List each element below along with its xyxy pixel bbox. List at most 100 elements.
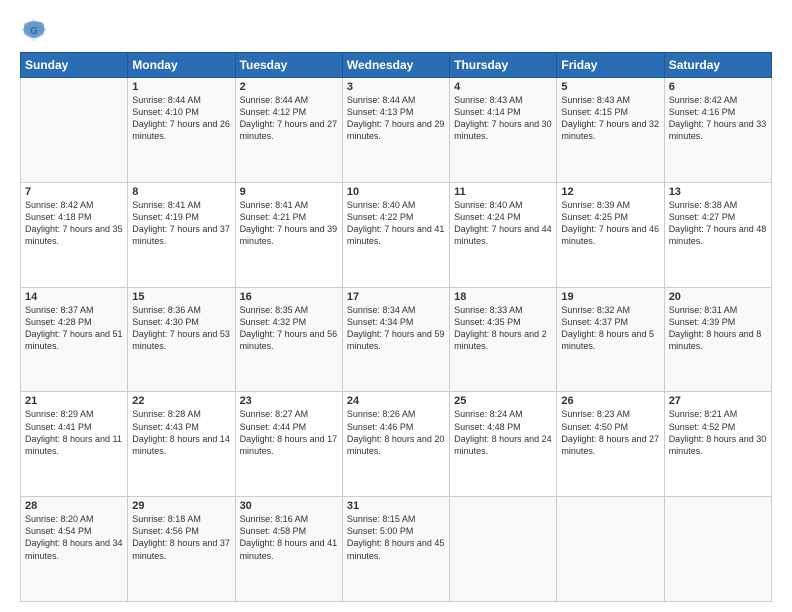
day-info: Sunrise: 8:15 AMSunset: 5:00 PMDaylight:… xyxy=(347,513,445,562)
day-number: 17 xyxy=(347,291,445,303)
day-info: Sunrise: 8:37 AMSunset: 4:28 PMDaylight:… xyxy=(25,304,123,353)
weekday-header-sunday: Sunday xyxy=(21,53,128,78)
day-cell: 21Sunrise: 8:29 AMSunset: 4:41 PMDayligh… xyxy=(21,392,128,497)
day-number: 29 xyxy=(132,500,230,512)
day-cell: 10Sunrise: 8:40 AMSunset: 4:22 PMDayligh… xyxy=(342,182,449,287)
weekday-header-thursday: Thursday xyxy=(450,53,557,78)
day-cell: 13Sunrise: 8:38 AMSunset: 4:27 PMDayligh… xyxy=(664,182,771,287)
day-cell: 24Sunrise: 8:26 AMSunset: 4:46 PMDayligh… xyxy=(342,392,449,497)
day-number: 28 xyxy=(25,500,123,512)
week-row-2: 7Sunrise: 8:42 AMSunset: 4:18 PMDaylight… xyxy=(21,182,772,287)
day-cell: 3Sunrise: 8:44 AMSunset: 4:13 PMDaylight… xyxy=(342,78,449,183)
day-number: 27 xyxy=(669,395,767,407)
weekday-header-monday: Monday xyxy=(128,53,235,78)
day-cell xyxy=(21,78,128,183)
day-info: Sunrise: 8:29 AMSunset: 4:41 PMDaylight:… xyxy=(25,408,123,457)
logo-icon: G xyxy=(20,16,48,44)
day-cell: 29Sunrise: 8:18 AMSunset: 4:56 PMDayligh… xyxy=(128,497,235,602)
week-row-1: 1Sunrise: 8:44 AMSunset: 4:10 PMDaylight… xyxy=(21,78,772,183)
day-info: Sunrise: 8:24 AMSunset: 4:48 PMDaylight:… xyxy=(454,408,552,457)
day-number: 6 xyxy=(669,81,767,93)
day-number: 19 xyxy=(561,291,659,303)
day-info: Sunrise: 8:23 AMSunset: 4:50 PMDaylight:… xyxy=(561,408,659,457)
day-cell: 30Sunrise: 8:16 AMSunset: 4:58 PMDayligh… xyxy=(235,497,342,602)
day-cell: 1Sunrise: 8:44 AMSunset: 4:10 PMDaylight… xyxy=(128,78,235,183)
day-info: Sunrise: 8:32 AMSunset: 4:37 PMDaylight:… xyxy=(561,304,659,353)
day-number: 31 xyxy=(347,500,445,512)
day-number: 12 xyxy=(561,186,659,198)
day-info: Sunrise: 8:43 AMSunset: 4:15 PMDaylight:… xyxy=(561,94,659,143)
day-cell: 14Sunrise: 8:37 AMSunset: 4:28 PMDayligh… xyxy=(21,287,128,392)
day-number: 30 xyxy=(240,500,338,512)
day-info: Sunrise: 8:42 AMSunset: 4:16 PMDaylight:… xyxy=(669,94,767,143)
day-number: 26 xyxy=(561,395,659,407)
day-info: Sunrise: 8:36 AMSunset: 4:30 PMDaylight:… xyxy=(132,304,230,353)
day-info: Sunrise: 8:41 AMSunset: 4:21 PMDaylight:… xyxy=(240,199,338,248)
week-row-3: 14Sunrise: 8:37 AMSunset: 4:28 PMDayligh… xyxy=(21,287,772,392)
day-number: 3 xyxy=(347,81,445,93)
week-row-4: 21Sunrise: 8:29 AMSunset: 4:41 PMDayligh… xyxy=(21,392,772,497)
day-number: 18 xyxy=(454,291,552,303)
day-cell: 7Sunrise: 8:42 AMSunset: 4:18 PMDaylight… xyxy=(21,182,128,287)
day-info: Sunrise: 8:27 AMSunset: 4:44 PMDaylight:… xyxy=(240,408,338,457)
day-cell xyxy=(450,497,557,602)
day-info: Sunrise: 8:43 AMSunset: 4:14 PMDaylight:… xyxy=(454,94,552,143)
day-cell: 5Sunrise: 8:43 AMSunset: 4:15 PMDaylight… xyxy=(557,78,664,183)
day-cell: 2Sunrise: 8:44 AMSunset: 4:12 PMDaylight… xyxy=(235,78,342,183)
day-number: 7 xyxy=(25,186,123,198)
day-number: 21 xyxy=(25,395,123,407)
header: G xyxy=(20,16,772,44)
day-info: Sunrise: 8:40 AMSunset: 4:24 PMDaylight:… xyxy=(454,199,552,248)
day-number: 15 xyxy=(132,291,230,303)
day-cell: 6Sunrise: 8:42 AMSunset: 4:16 PMDaylight… xyxy=(664,78,771,183)
day-number: 24 xyxy=(347,395,445,407)
day-cell xyxy=(664,497,771,602)
page: G SundayMondayTuesdayWednesdayThursdayFr… xyxy=(0,0,792,612)
day-info: Sunrise: 8:20 AMSunset: 4:54 PMDaylight:… xyxy=(25,513,123,562)
day-cell: 18Sunrise: 8:33 AMSunset: 4:35 PMDayligh… xyxy=(450,287,557,392)
day-info: Sunrise: 8:21 AMSunset: 4:52 PMDaylight:… xyxy=(669,408,767,457)
week-row-5: 28Sunrise: 8:20 AMSunset: 4:54 PMDayligh… xyxy=(21,497,772,602)
day-info: Sunrise: 8:33 AMSunset: 4:35 PMDaylight:… xyxy=(454,304,552,353)
day-info: Sunrise: 8:38 AMSunset: 4:27 PMDaylight:… xyxy=(669,199,767,248)
day-info: Sunrise: 8:44 AMSunset: 4:12 PMDaylight:… xyxy=(240,94,338,143)
day-cell: 25Sunrise: 8:24 AMSunset: 4:48 PMDayligh… xyxy=(450,392,557,497)
svg-text:G: G xyxy=(30,26,38,37)
day-cell: 22Sunrise: 8:28 AMSunset: 4:43 PMDayligh… xyxy=(128,392,235,497)
day-cell: 31Sunrise: 8:15 AMSunset: 5:00 PMDayligh… xyxy=(342,497,449,602)
day-number: 2 xyxy=(240,81,338,93)
day-info: Sunrise: 8:35 AMSunset: 4:32 PMDaylight:… xyxy=(240,304,338,353)
day-cell: 27Sunrise: 8:21 AMSunset: 4:52 PMDayligh… xyxy=(664,392,771,497)
day-cell: 9Sunrise: 8:41 AMSunset: 4:21 PMDaylight… xyxy=(235,182,342,287)
day-cell: 23Sunrise: 8:27 AMSunset: 4:44 PMDayligh… xyxy=(235,392,342,497)
weekday-header-friday: Friday xyxy=(557,53,664,78)
day-cell: 12Sunrise: 8:39 AMSunset: 4:25 PMDayligh… xyxy=(557,182,664,287)
day-number: 5 xyxy=(561,81,659,93)
day-info: Sunrise: 8:18 AMSunset: 4:56 PMDaylight:… xyxy=(132,513,230,562)
day-number: 4 xyxy=(454,81,552,93)
day-number: 13 xyxy=(669,186,767,198)
day-cell: 4Sunrise: 8:43 AMSunset: 4:14 PMDaylight… xyxy=(450,78,557,183)
day-number: 16 xyxy=(240,291,338,303)
day-cell: 16Sunrise: 8:35 AMSunset: 4:32 PMDayligh… xyxy=(235,287,342,392)
day-number: 14 xyxy=(25,291,123,303)
day-number: 11 xyxy=(454,186,552,198)
day-info: Sunrise: 8:34 AMSunset: 4:34 PMDaylight:… xyxy=(347,304,445,353)
day-cell: 17Sunrise: 8:34 AMSunset: 4:34 PMDayligh… xyxy=(342,287,449,392)
day-info: Sunrise: 8:39 AMSunset: 4:25 PMDaylight:… xyxy=(561,199,659,248)
day-number: 25 xyxy=(454,395,552,407)
day-cell: 11Sunrise: 8:40 AMSunset: 4:24 PMDayligh… xyxy=(450,182,557,287)
day-number: 8 xyxy=(132,186,230,198)
day-number: 9 xyxy=(240,186,338,198)
day-cell: 19Sunrise: 8:32 AMSunset: 4:37 PMDayligh… xyxy=(557,287,664,392)
logo: G xyxy=(20,16,50,44)
day-number: 23 xyxy=(240,395,338,407)
day-info: Sunrise: 8:42 AMSunset: 4:18 PMDaylight:… xyxy=(25,199,123,248)
day-cell: 28Sunrise: 8:20 AMSunset: 4:54 PMDayligh… xyxy=(21,497,128,602)
weekday-header-saturday: Saturday xyxy=(664,53,771,78)
day-number: 10 xyxy=(347,186,445,198)
day-cell: 8Sunrise: 8:41 AMSunset: 4:19 PMDaylight… xyxy=(128,182,235,287)
day-number: 22 xyxy=(132,395,230,407)
day-info: Sunrise: 8:41 AMSunset: 4:19 PMDaylight:… xyxy=(132,199,230,248)
day-info: Sunrise: 8:44 AMSunset: 4:10 PMDaylight:… xyxy=(132,94,230,143)
